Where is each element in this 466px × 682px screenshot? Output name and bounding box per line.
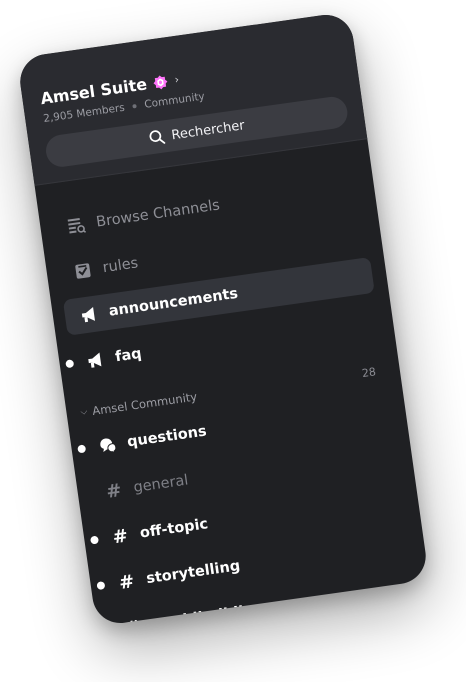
channel-name-questions: questions: [126, 423, 208, 451]
channel-name-general: general: [132, 472, 190, 497]
hash-icon: #: [111, 524, 130, 548]
unread-indicator: [77, 444, 87, 454]
browse-channels-icon: [65, 214, 88, 237]
hash-icon: #: [117, 570, 136, 594]
unread-indicator: [96, 581, 106, 591]
category-count: 28: [360, 364, 377, 380]
channel-name-rules: rules: [101, 255, 140, 277]
category-name: Amsel Community: [91, 389, 198, 419]
phone-screen: Amsel Suite › 2,905 Members Community Re…: [16, 11, 430, 627]
megaphone-icon: [84, 349, 107, 372]
hash-icon: #: [122, 616, 145, 627]
server-header: Amsel Suite › 2,905 Members Community Re…: [16, 11, 368, 186]
forum-icon: [96, 434, 119, 457]
channel-name-announcements: announcements: [107, 285, 240, 320]
channel-name-worldbuilding: worldbuilding: [151, 601, 266, 627]
rules-checklist-icon: [72, 260, 95, 283]
unread-indicator: [65, 359, 75, 369]
search-label: Rechercher: [170, 117, 246, 143]
browse-channels-label: Browse Channels: [95, 197, 221, 231]
search-icon: [149, 130, 166, 144]
meta-separator: [132, 103, 137, 109]
stage: Amsel Suite › 2,905 Members Community Re…: [0, 0, 466, 682]
channel-name-storytelling: storytelling: [145, 558, 242, 588]
server-boost-icon: [152, 73, 170, 91]
unread-indicator: [89, 535, 100, 545]
server-type: Community: [143, 90, 206, 111]
channel-name-faq: faq: [114, 345, 143, 366]
channel-name-off-topic: off-topic: [138, 516, 210, 542]
megaphone-icon: [78, 303, 101, 326]
hash-icon: #: [104, 479, 123, 503]
chevron-down-icon: ⌵: [79, 406, 89, 418]
chevron-right-icon: ›: [173, 72, 180, 87]
